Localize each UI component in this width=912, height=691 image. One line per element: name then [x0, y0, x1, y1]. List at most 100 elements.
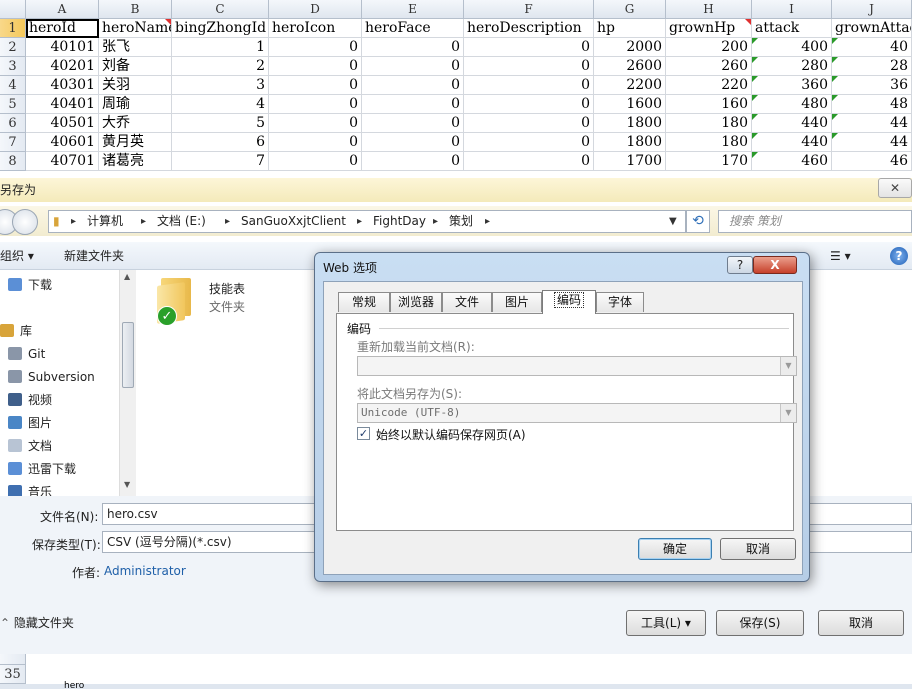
breadcrumb-separator-icon[interactable]: ▸ [485, 211, 490, 232]
nav-item[interactable]: Git [8, 343, 45, 365]
row-header[interactable]: 8 [0, 152, 26, 171]
tab-0[interactable]: 常规 [338, 292, 390, 312]
table-cell[interactable]: 28 [832, 57, 912, 76]
header-cell[interactable]: heroFace [362, 19, 464, 38]
cancel-button[interactable]: 取消 [720, 538, 796, 560]
row-header[interactable] [0, 654, 26, 665]
table-cell[interactable]: 440 [752, 114, 832, 133]
table-cell[interactable]: 0 [362, 133, 464, 152]
forward-button[interactable] [12, 209, 38, 235]
header-cell[interactable]: grownAttack [832, 19, 912, 38]
cancel-button[interactable]: 取消 [818, 610, 904, 636]
table-cell[interactable]: 170 [666, 152, 752, 171]
folder-name[interactable]: 技能表 [209, 280, 245, 297]
nav-item[interactable]: 视频 [8, 389, 52, 411]
table-cell[interactable]: 2600 [594, 57, 666, 76]
table-cell[interactable]: 0 [362, 95, 464, 114]
table-cell[interactable]: 0 [269, 76, 362, 95]
header-cell[interactable]: bingZhongId [172, 19, 269, 38]
nav-item[interactable]: 下载 [8, 274, 52, 296]
row-header[interactable]: 7 [0, 133, 26, 152]
table-cell[interactable]: 0 [362, 57, 464, 76]
nav-item[interactable]: 文档 [8, 435, 52, 457]
table-cell[interactable]: 40501 [26, 114, 99, 133]
table-cell[interactable]: 180 [666, 133, 752, 152]
column-header[interactable]: H [666, 0, 752, 19]
nav-item[interactable]: 图片 [8, 412, 52, 434]
table-cell[interactable]: 0 [464, 95, 594, 114]
header-cell[interactable]: grownHp [666, 19, 752, 38]
table-cell[interactable]: 36 [832, 76, 912, 95]
table-cell[interactable]: 400 [752, 38, 832, 57]
table-cell[interactable]: 0 [464, 38, 594, 57]
column-header[interactable]: G [594, 0, 666, 19]
table-cell[interactable]: 0 [269, 152, 362, 171]
table-cell[interactable]: 40301 [26, 76, 99, 95]
table-cell[interactable]: 0 [269, 38, 362, 57]
tab-4[interactable]: 编码 [542, 290, 596, 314]
nav-item[interactable]: Subversion [8, 366, 95, 388]
new-folder-button[interactable]: 新建文件夹 [64, 242, 124, 270]
row-header[interactable]: 4 [0, 76, 26, 95]
table-cell[interactable]: 2 [172, 57, 269, 76]
nav-item[interactable]: 库 [0, 320, 32, 342]
column-header[interactable]: I [752, 0, 832, 19]
table-cell[interactable]: 1800 [594, 133, 666, 152]
column-header[interactable]: E [362, 0, 464, 19]
table-cell[interactable]: 0 [362, 38, 464, 57]
always-save-checkbox[interactable]: ✓ [357, 427, 370, 440]
table-cell[interactable]: 3 [172, 76, 269, 95]
author-value[interactable]: Administrator [104, 564, 186, 578]
save-button[interactable]: 保存(S) [716, 610, 804, 636]
table-cell[interactable]: 0 [464, 76, 594, 95]
table-cell[interactable]: 4 [172, 95, 269, 114]
table-cell[interactable]: 0 [269, 95, 362, 114]
close-button[interactable]: ✕ [878, 178, 912, 198]
table-cell[interactable]: 180 [666, 114, 752, 133]
breadcrumb-item[interactable]: FightDay [373, 211, 426, 232]
column-header[interactable]: J [832, 0, 912, 19]
breadcrumb-item[interactable]: 策划 [449, 211, 473, 232]
table-cell[interactable]: 张飞 [99, 38, 172, 57]
sheet-tab[interactable]: hero [64, 681, 84, 691]
column-header[interactable]: D [269, 0, 362, 19]
table-cell[interactable]: 360 [752, 76, 832, 95]
always-save-label[interactable]: 始终以默认编码保存网页(A) [376, 426, 526, 443]
row-header[interactable]: 35 [0, 665, 26, 684]
view-options-icon[interactable]: ☰ ▾ [830, 242, 851, 270]
row-header[interactable]: 3 [0, 57, 26, 76]
table-cell[interactable]: 40201 [26, 57, 99, 76]
breadcrumb-separator-icon[interactable]: ▸ [225, 211, 230, 232]
tab-2[interactable]: 文件 [442, 292, 492, 312]
table-cell[interactable]: 1800 [594, 114, 666, 133]
table-cell[interactable]: 0 [269, 133, 362, 152]
table-cell[interactable]: 0 [269, 57, 362, 76]
table-cell[interactable]: 周瑜 [99, 95, 172, 114]
breadcrumb-item[interactable]: SanGuoXxjtClient [241, 211, 346, 232]
table-cell[interactable]: 7 [172, 152, 269, 171]
breadcrumb-separator-icon[interactable]: ▸ [71, 211, 76, 232]
column-header[interactable]: A [26, 0, 99, 19]
table-cell[interactable]: 黄月英 [99, 133, 172, 152]
breadcrumb-separator-icon[interactable]: ▸ [433, 211, 438, 232]
table-cell[interactable]: 0 [464, 57, 594, 76]
navigation-scrollbar[interactable]: ▲ ▼ [119, 270, 136, 496]
column-header[interactable]: C [172, 0, 269, 19]
table-cell[interactable]: 刘备 [99, 57, 172, 76]
close-button[interactable]: X [753, 256, 797, 274]
row-header[interactable]: 2 [0, 38, 26, 57]
header-cell[interactable]: heroIcon [269, 19, 362, 38]
table-cell[interactable]: 关羽 [99, 76, 172, 95]
header-cell[interactable]: heroDescription [464, 19, 594, 38]
help-button[interactable]: ? [727, 256, 753, 274]
table-cell[interactable]: 0 [464, 152, 594, 171]
organize-button[interactable]: 组织 ▾ [0, 242, 34, 270]
row-header[interactable]: 1 [0, 19, 26, 38]
breadcrumb-separator-icon[interactable]: ▸ [141, 211, 146, 232]
tab-5[interactable]: 字体 [596, 292, 644, 312]
table-cell[interactable]: 44 [832, 133, 912, 152]
breadcrumb-separator-icon[interactable]: ▸ [357, 211, 362, 232]
table-cell[interactable]: 1 [172, 38, 269, 57]
table-cell[interactable]: 0 [464, 114, 594, 133]
column-header[interactable]: F [464, 0, 594, 19]
